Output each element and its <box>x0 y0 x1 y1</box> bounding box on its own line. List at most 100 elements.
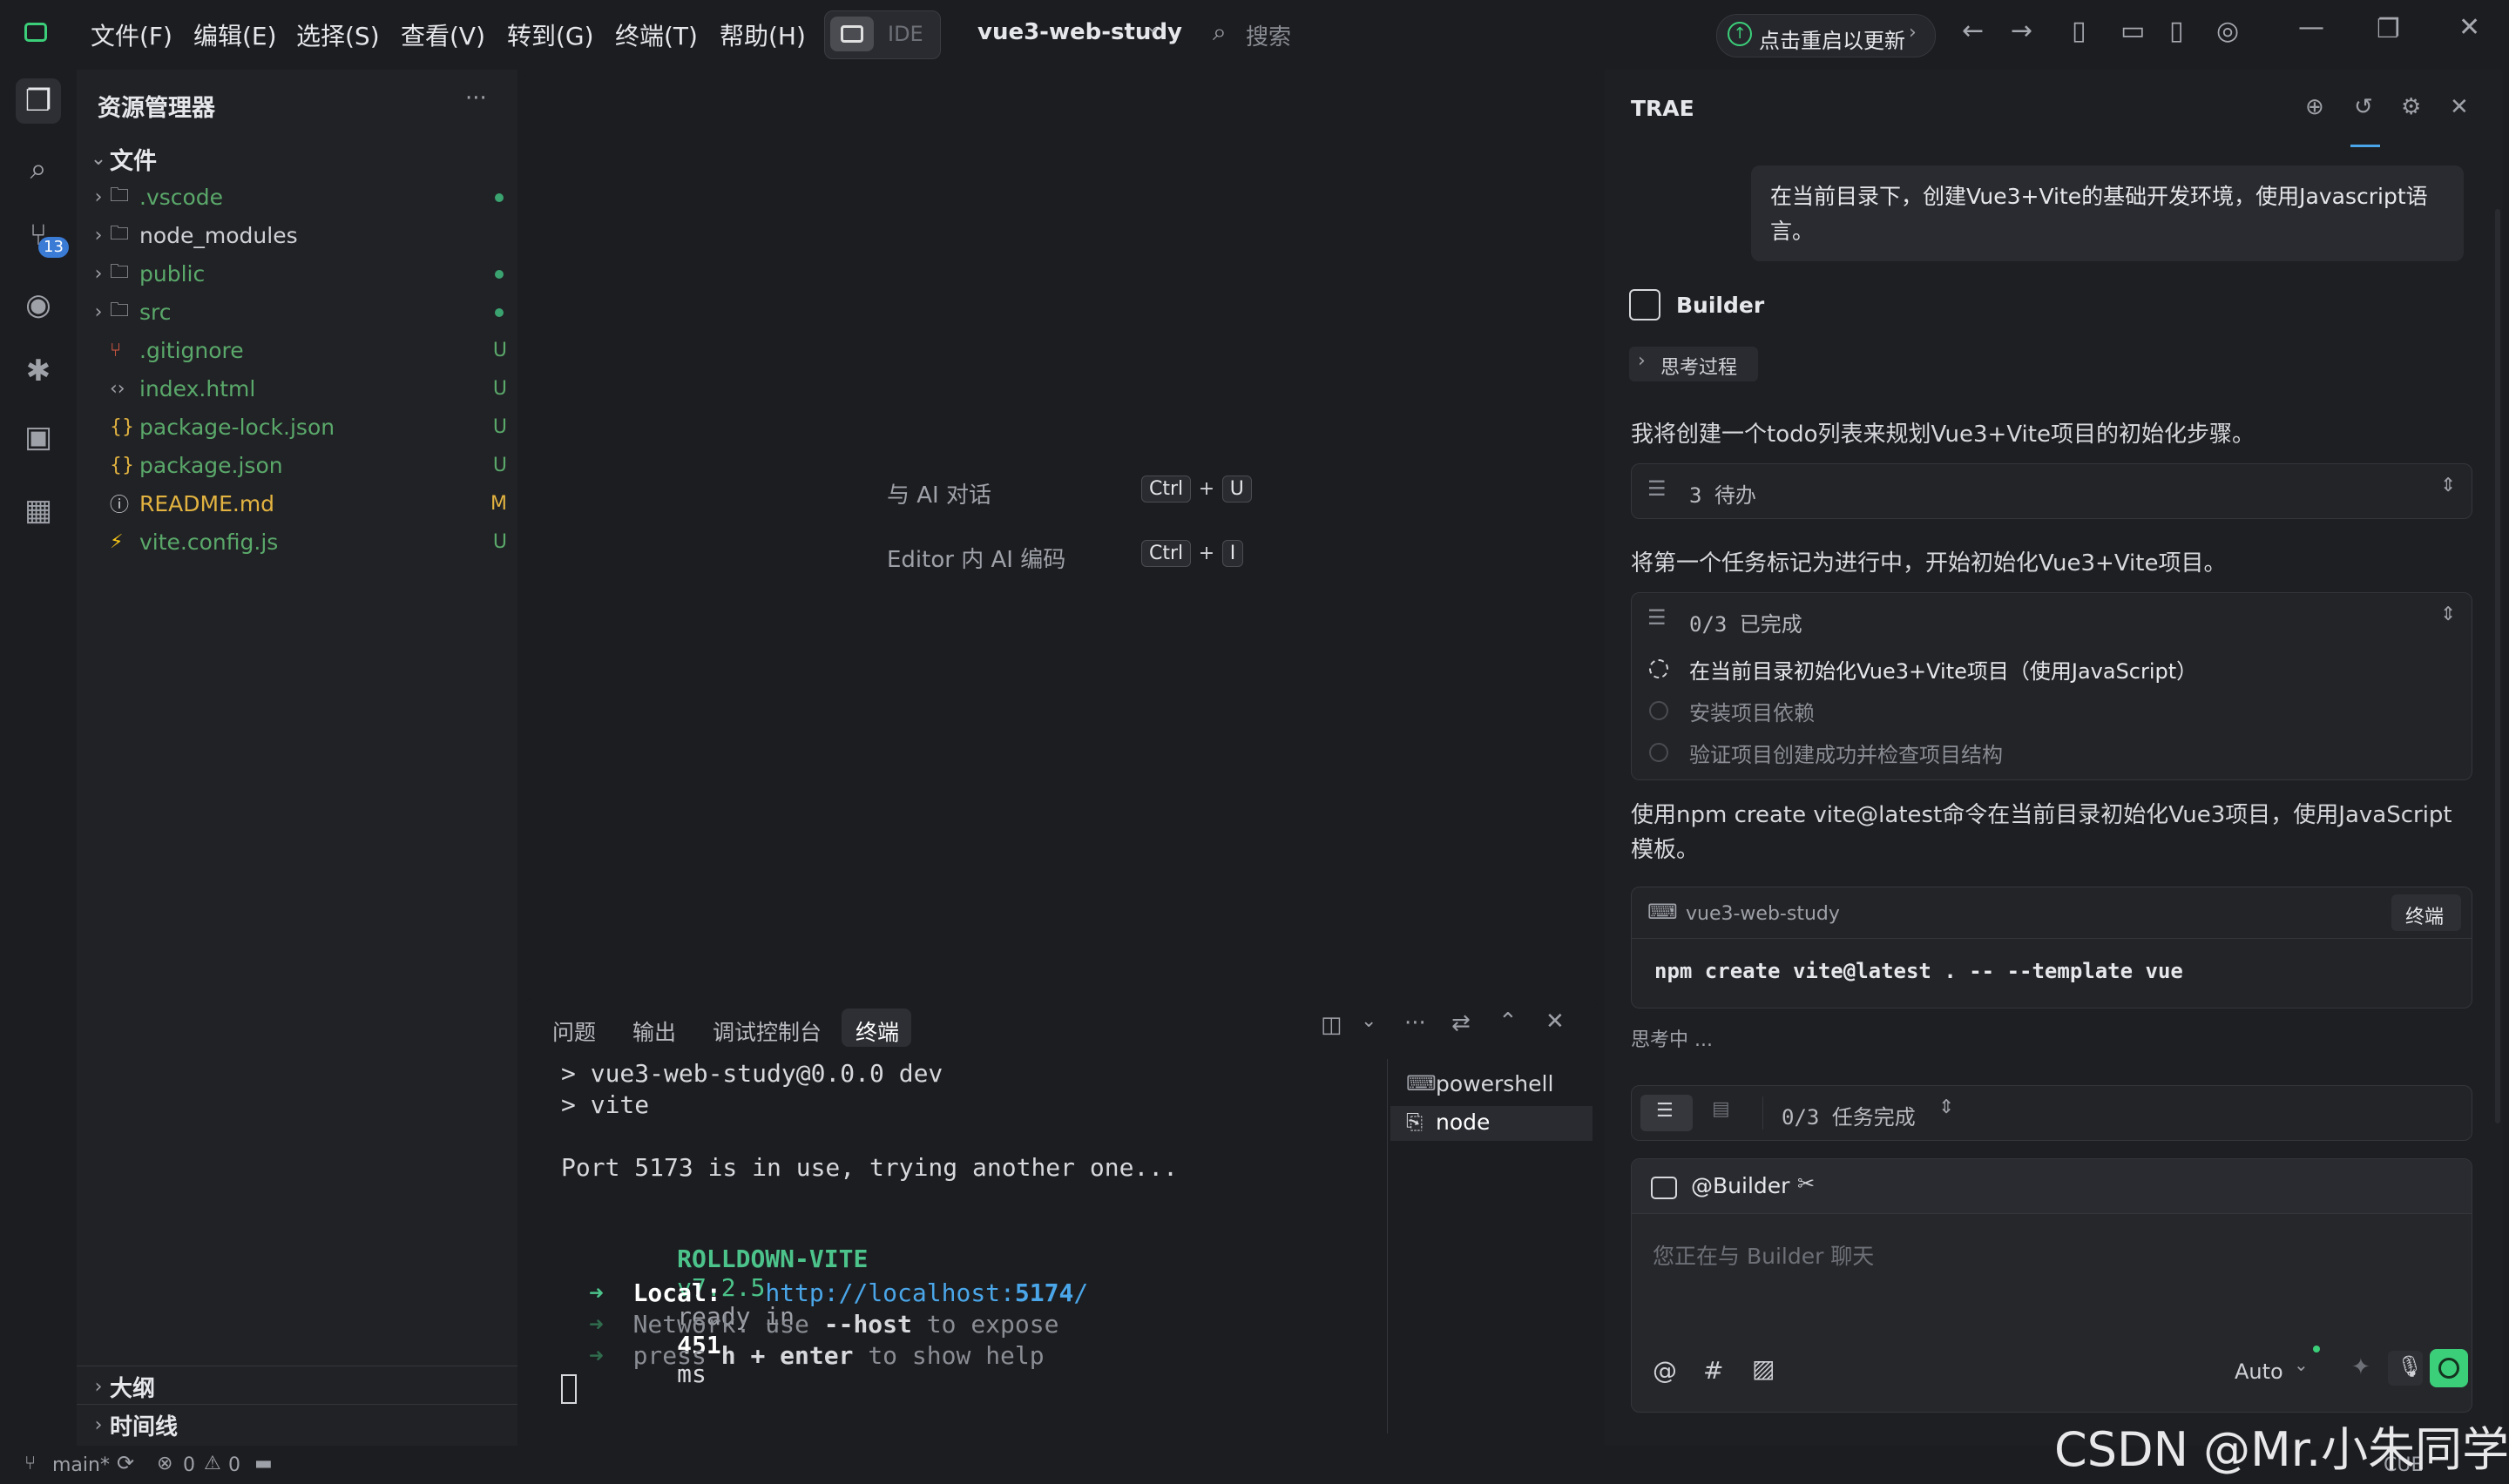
tree-folder[interactable]: › 🗀 .vscode <box>87 178 528 216</box>
terminal-line: Port 5173 is in use, trying another one.… <box>561 1153 1179 1182</box>
extensions-icon[interactable]: ▦ <box>16 488 61 533</box>
branch-icon[interactable]: ⑂ <box>24 1453 36 1474</box>
menu-terminal[interactable]: 终端(T) <box>615 17 698 52</box>
split-terminal-icon[interactable]: ◫ <box>1321 1012 1342 1038</box>
settings-gear-icon[interactable]: ⚙ <box>2401 94 2421 120</box>
tab-output[interactable]: 输出 <box>632 1015 676 1047</box>
tree-file[interactable]: {} package.json U <box>87 446 528 484</box>
chevron-down-icon[interactable]: ⌄ <box>1361 1010 1376 1032</box>
session-powershell[interactable]: ⌨ powershell <box>1399 1068 1591 1103</box>
warning-count[interactable]: 0 <box>228 1454 240 1476</box>
expand-collapse-icon[interactable]: ⇕ <box>1938 1096 1954 1118</box>
task-item: 安装项目依赖 <box>1689 701 1815 725</box>
send-button[interactable] <box>2430 1349 2468 1387</box>
maximize-panel-icon[interactable]: ⌃ <box>1498 1008 1518 1035</box>
menu-help[interactable]: 帮助(H) <box>720 17 806 52</box>
hash-context-icon[interactable]: # <box>1703 1356 1723 1385</box>
mention-at-icon[interactable]: @ <box>1653 1356 1677 1385</box>
restore-icon[interactable]: ❐ <box>2377 14 2400 44</box>
error-count[interactable]: 0 <box>183 1454 195 1476</box>
session-node[interactable]: ⎘ node <box>1390 1106 1593 1141</box>
tree-file[interactable]: {} package-lock.json U <box>87 408 528 446</box>
toggle-right-sidebar-icon[interactable]: ▯ <box>2169 16 2184 46</box>
expand-collapse-icon[interactable]: ⇕ <box>2440 475 2456 496</box>
chevron-down-icon[interactable]: ⌄ <box>2294 1354 2309 1375</box>
history-icon[interactable]: ↺ <box>2354 94 2373 120</box>
document-icon[interactable]: ▤ <box>1712 1098 1730 1120</box>
search-icon[interactable]: ⌕ <box>16 146 61 192</box>
new-chat-icon[interactable]: ⊕ <box>2305 94 2324 120</box>
tree-file[interactable]: ⓘ README.md M <box>87 484 528 523</box>
microphone-icon[interactable]: 🎙 <box>2388 1351 2423 1386</box>
search-icon[interactable]: ⌕ <box>1213 17 1227 47</box>
sync-icon[interactable]: ⟳ <box>117 1451 134 1475</box>
account-icon[interactable]: ◎ <box>2216 16 2239 46</box>
thinking-toggle[interactable]: › 思考过程 <box>1629 347 1758 381</box>
more-actions-icon[interactable]: ··· <box>465 85 487 111</box>
forward-arrow-icon[interactable]: → <box>2011 16 2032 46</box>
close-chat-icon[interactable]: ✕ <box>2450 94 2469 120</box>
solo-mode-icon[interactable] <box>830 17 874 51</box>
tree-item-label: public <box>139 260 206 287</box>
error-icon[interactable]: ⊗ <box>157 1453 172 1474</box>
debug-icon[interactable]: ✱ <box>16 348 61 394</box>
menu-edit[interactable]: 编辑(E) <box>193 17 277 52</box>
task-progress-label[interactable]: 0/3 任务完成 <box>1782 1100 1916 1130</box>
menu-view[interactable]: 查看(V) <box>401 17 485 52</box>
more-actions-icon[interactable]: ··· <box>1404 1010 1426 1036</box>
session-label: powershell <box>1436 1071 1554 1096</box>
model-selector[interactable]: Auto <box>2235 1359 2283 1384</box>
chat-scrollbar[interactable] <box>2495 209 2500 1123</box>
tree-folder[interactable]: › 🗀 src <box>87 293 528 331</box>
minimize-icon[interactable]: — <box>2298 12 2324 43</box>
menu-goto[interactable]: 转到(G) <box>507 17 594 52</box>
image-upload-icon[interactable]: ▨ <box>1752 1354 1775 1383</box>
remote-icon[interactable]: ▣ <box>16 415 61 460</box>
branch-name[interactable]: main* <box>52 1454 110 1476</box>
section-timeline[interactable]: › 时间线 <box>87 1406 528 1444</box>
tab-problems[interactable]: 问题 <box>552 1015 596 1047</box>
tree-folder[interactable]: › 🗀 node_modules <box>87 216 528 254</box>
update-button[interactable]: ↑ 点击重启以更新 › <box>1716 14 1936 57</box>
terminal-icon: ⌨ <box>1406 1071 1437 1096</box>
local-url[interactable]: http://localhost:5174/ <box>765 1278 1088 1307</box>
chevron-down-icon[interactable]: ⌄ <box>1145 16 1160 37</box>
section-files[interactable]: ⌄ 文件 <box>87 139 528 178</box>
terminal-output[interactable]: > vue3-web-study@0.0.0 dev > vite Port 5… <box>524 1059 1387 1433</box>
section-outline[interactable]: › 大纲 <box>87 1367 528 1406</box>
toggle-left-sidebar-icon[interactable]: ▯ <box>2072 16 2086 46</box>
tasks-tab[interactable]: ☰ <box>1640 1095 1693 1131</box>
menu-file[interactable]: 文件(F) <box>91 17 172 52</box>
todo-pending-card[interactable]: ☰ 3 待办 ⇕ <box>1631 463 2472 519</box>
sparkle-icon[interactable]: ✦ <box>2351 1354 2370 1380</box>
eye-icon[interactable]: ◉ <box>16 282 61 327</box>
tab-debug-console[interactable]: 调试控制台 <box>713 1015 822 1047</box>
mode-toggle[interactable]: IDE <box>824 10 941 59</box>
settings-sliders-icon[interactable]: ⇄ <box>1451 1010 1471 1036</box>
tree-file[interactable]: ‹› index.html U <box>87 369 528 408</box>
menu-select[interactable]: 选择(S) <box>296 17 380 52</box>
back-arrow-icon[interactable]: ← <box>1962 16 1984 46</box>
tree-file[interactable]: ⚡ vite.config.js U <box>87 523 528 561</box>
warning-icon[interactable]: ⚠ <box>204 1453 221 1474</box>
open-terminal-button[interactable]: 终端 <box>2391 894 2461 931</box>
tree-file[interactable]: ⑂ .gitignore U <box>87 331 528 369</box>
tools-icon[interactable]: ✂ <box>1797 1171 1815 1196</box>
chat-input-field[interactable]: 您正在与 Builder 聊天 <box>1653 1239 1874 1271</box>
tree-item-label: .vscode <box>139 184 224 210</box>
tab-terminal[interactable]: 终端 <box>842 1008 911 1047</box>
toggle-panel-icon[interactable]: ▭ <box>2120 16 2145 46</box>
ide-mode-label[interactable]: IDE <box>888 22 923 46</box>
agent-selector[interactable]: @Builder ✂ <box>1632 1159 2472 1214</box>
editor-area[interactable]: 与 AI 对话 Ctrl + U Editor 内 AI 编码 Ctrl + I <box>524 70 1598 989</box>
search-input[interactable]: 搜索 <box>1246 19 1291 51</box>
source-control-icon[interactable]: ⑂ 13 <box>16 212 69 258</box>
expand-collapse-icon[interactable]: ⇕ <box>2440 604 2456 625</box>
network-flag: --host <box>823 1310 912 1339</box>
close-icon[interactable]: ✕ <box>2458 12 2480 43</box>
explorer-icon[interactable]: ❐ <box>16 78 61 124</box>
close-panel-icon[interactable]: ✕ <box>1545 1008 1565 1035</box>
tree-folder[interactable]: › 🗀 public <box>87 254 528 293</box>
terminal-status-icon[interactable]: ▬ <box>254 1453 273 1474</box>
chat-input-box[interactable]: @Builder ✂ 您正在与 Builder 聊天 @ # ▨ Auto ⌄ … <box>1631 1158 2472 1413</box>
